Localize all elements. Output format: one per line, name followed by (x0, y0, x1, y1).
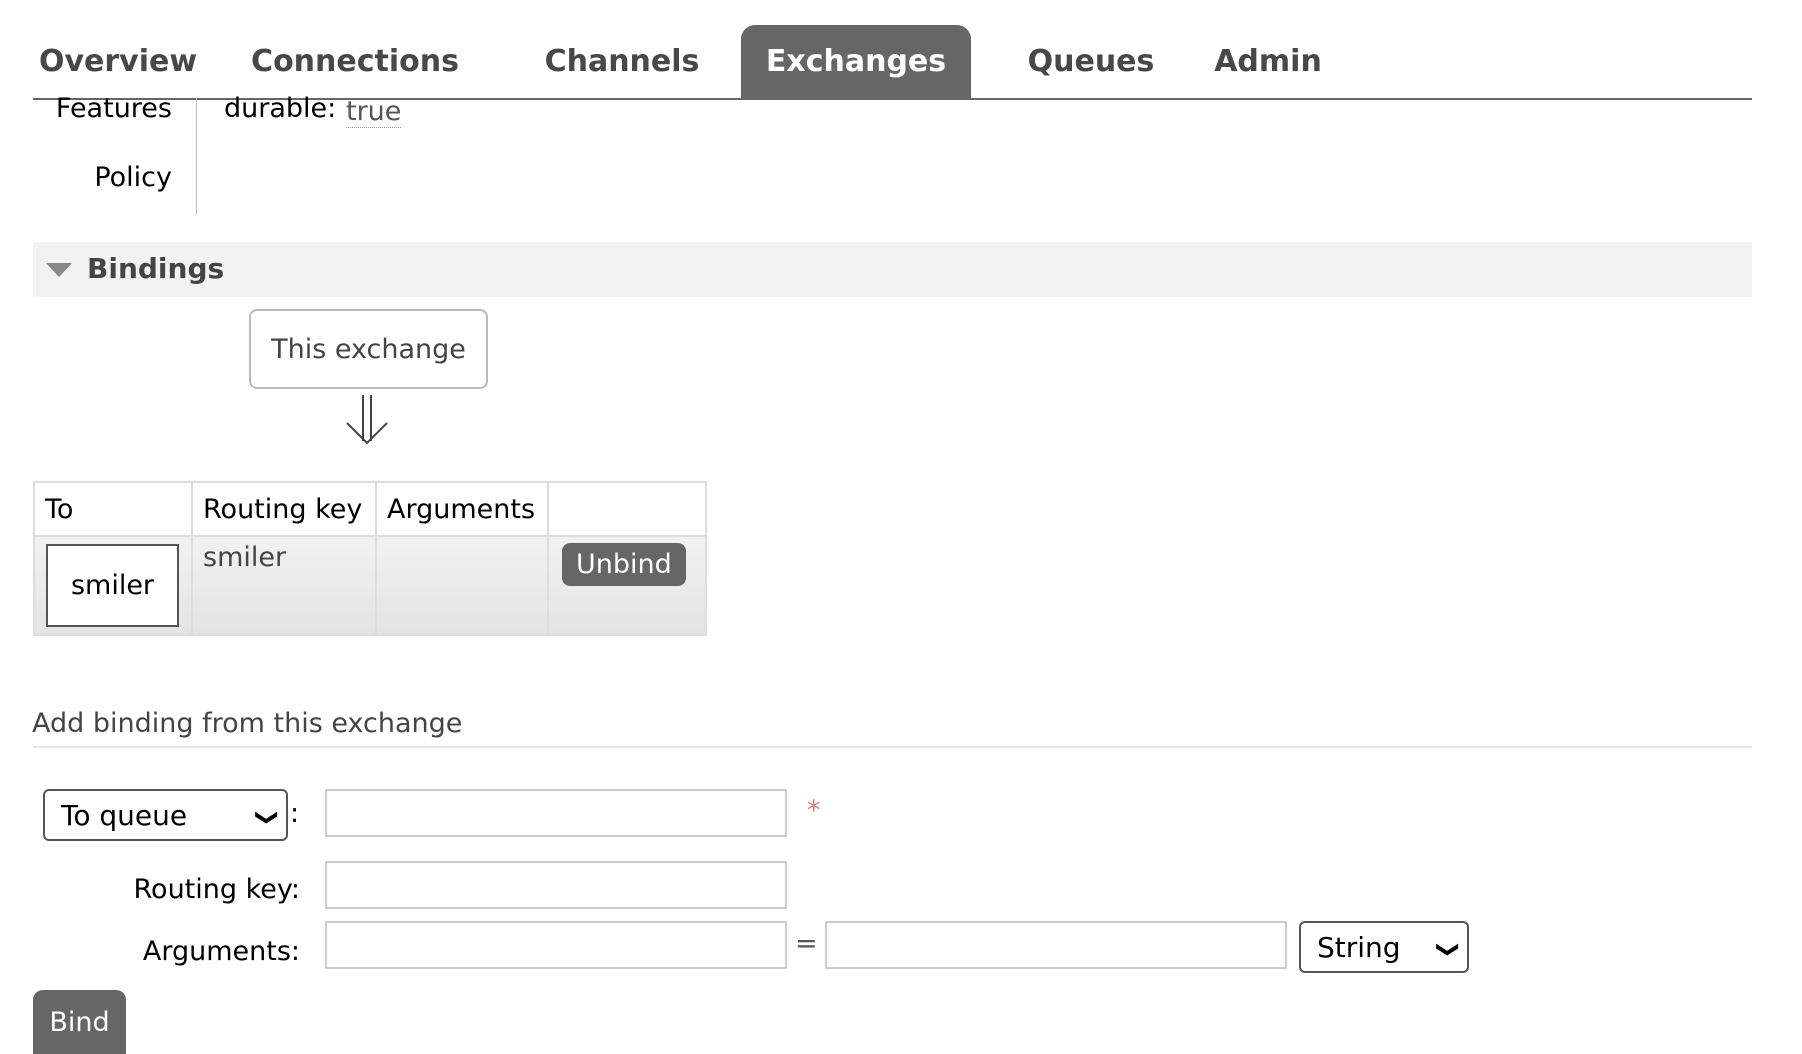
tab-admin[interactable]: Admin (1203, 25, 1333, 98)
arguments-label: Arguments: (142, 936, 300, 967)
chevron-down-icon: ❯ (254, 808, 280, 827)
column-header-to: To (33, 481, 193, 537)
argument-type-select[interactable]: String ❯ (1299, 921, 1469, 973)
this-exchange-box: This exchange (249, 309, 488, 389)
equals-sign: = (795, 928, 818, 959)
unbind-button[interactable]: Unbind (562, 543, 686, 586)
policy-label: Policy (94, 162, 172, 193)
bindings-section-header[interactable]: Bindings (33, 242, 1752, 297)
bind-button[interactable]: Bind (33, 990, 126, 1054)
required-marker: * (807, 795, 821, 826)
tab-exchanges[interactable]: Exchanges (741, 25, 971, 98)
actions-cell: Unbind (547, 535, 707, 636)
add-binding-title: Add binding from this exchange (32, 708, 463, 739)
arguments-cell (375, 535, 549, 636)
durable-value: true (346, 96, 402, 128)
argument-value-input[interactable] (825, 921, 1287, 969)
main-nav-tabs: Overview Connections Channels Exchanges … (33, 25, 1752, 100)
destination-name-input[interactable] (325, 789, 787, 837)
column-header-routing-key: Routing key (191, 481, 377, 537)
argument-key-input[interactable] (325, 921, 787, 969)
bindings-table: To Routing key Arguments smiler smiler U… (33, 481, 707, 636)
bindings-title: Bindings (87, 252, 225, 285)
destination-type-select[interactable]: To queue ❯ (43, 789, 288, 841)
features-label: Features (55, 93, 172, 124)
queue-link-smiler[interactable]: smiler (46, 544, 179, 627)
add-binding-divider (33, 746, 1752, 748)
durable-key: durable: (224, 93, 337, 124)
chevron-down-icon: ❯ (1435, 940, 1461, 959)
table-row: smiler smiler Unbind (33, 535, 707, 636)
argument-type-value: String (1317, 930, 1401, 964)
column-header-arguments: Arguments (375, 481, 549, 537)
collapse-triangle-icon[interactable] (46, 263, 72, 277)
tab-queues[interactable]: Queues (1011, 25, 1171, 98)
details-divider (196, 98, 197, 215)
page: Overview Connections Channels Exchanges … (0, 0, 1802, 1054)
routing-key-input[interactable] (325, 861, 787, 909)
to-cell: smiler (33, 535, 193, 636)
tab-channels[interactable]: Channels (538, 25, 706, 98)
routing-key-label: Routing key: (133, 874, 301, 905)
double-down-arrow-icon (344, 393, 390, 449)
tab-overview[interactable]: Overview (33, 25, 203, 98)
column-header-actions (547, 481, 707, 537)
table-header-row: To Routing key Arguments (33, 481, 707, 537)
routing-key-cell: smiler (191, 535, 377, 636)
destination-type-value: To queue (61, 798, 188, 832)
tab-connections[interactable]: Connections (251, 25, 459, 98)
destination-colon: : (290, 798, 300, 829)
